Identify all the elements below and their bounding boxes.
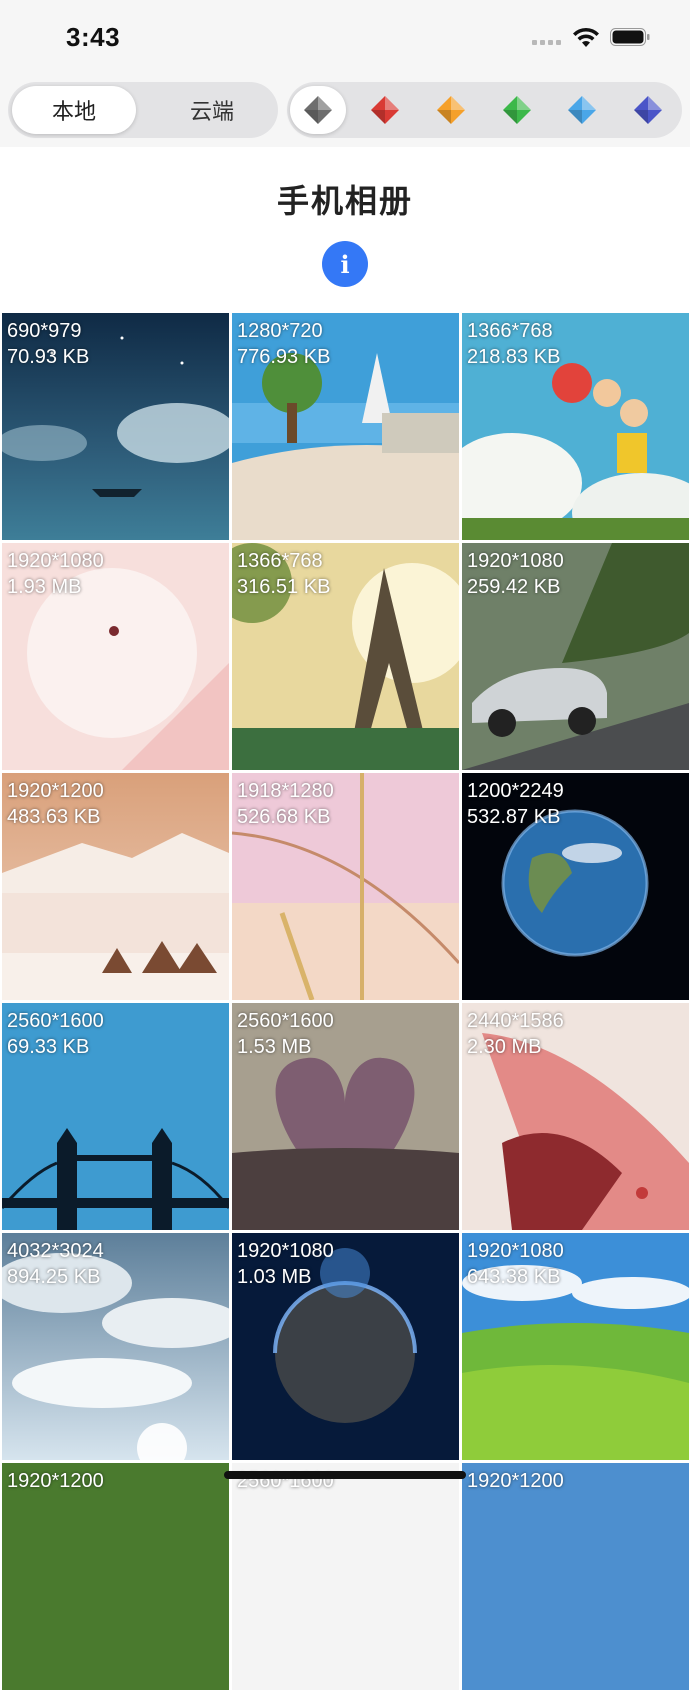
- cellular-signal-icon: [532, 40, 561, 45]
- photo-filesize: 316.51 KB: [237, 576, 331, 598]
- photo-dimensions: 1920*1080: [7, 550, 104, 572]
- photo-thumbnail: [232, 1463, 459, 1690]
- photo-filesize: 483.63 KB: [7, 806, 101, 828]
- photo-cell[interactable]: 1918*1280 526.68 KB: [232, 773, 459, 1000]
- photo-filesize: 70.93 KB: [7, 346, 90, 368]
- photo-cell[interactable]: 1920*1080 643.38 KB: [462, 1233, 689, 1460]
- photo-thumbnail: [2, 1463, 229, 1690]
- gem-indigo-icon: [634, 96, 662, 124]
- gem-gray-button[interactable]: [290, 86, 346, 134]
- photo-dimensions: 1920*1080: [237, 1240, 334, 1262]
- photo-meta: 1920*1080 1.03 MB: [237, 1238, 334, 1290]
- gem-gray-icon: [304, 96, 332, 124]
- photo-dimensions: 2560*1600: [7, 1010, 104, 1032]
- photo-dimensions: 1920*1080: [467, 550, 564, 572]
- photo-filesize: 1.93 MB: [7, 576, 82, 598]
- gem-blue-button[interactable]: [562, 90, 602, 130]
- color-filter-bar: [287, 82, 682, 138]
- photo-cell[interactable]: 1920*1200: [2, 1463, 229, 1690]
- photo-cell[interactable]: 690*979 70.93 KB: [2, 313, 229, 540]
- photo-cell[interactable]: 2560*1600 1.53 MB: [232, 1003, 459, 1230]
- photo-cell[interactable]: 1366*768 316.51 KB: [232, 543, 459, 770]
- page-title: 手机相册: [276, 183, 413, 219]
- photo-filesize: 259.42 KB: [467, 576, 561, 598]
- photo-cell[interactable]: 2560*1600: [232, 1463, 459, 1690]
- photo-meta: 1920*1080 259.42 KB: [467, 548, 564, 600]
- photo-filesize: 776.93 KB: [237, 346, 331, 368]
- photo-cell[interactable]: 2440*1586 2.30 MB: [462, 1003, 689, 1230]
- source-segmented-control: 本地 云端: [8, 82, 278, 138]
- photo-cell[interactable]: 1200*2249 532.87 KB: [462, 773, 689, 1000]
- photo-cell[interactable]: 4032*3024 894.25 KB: [2, 1233, 229, 1460]
- photo-dimensions: 2440*1586: [467, 1010, 564, 1032]
- wifi-icon: [573, 27, 599, 47]
- photo-meta: 4032*3024 894.25 KB: [7, 1238, 104, 1290]
- photo-meta: 1920*1080 1.93 MB: [7, 548, 104, 600]
- photo-cell[interactable]: 1920*1080 1.93 MB: [2, 543, 229, 770]
- photo-cell[interactable]: 2560*1600 69.33 KB: [2, 1003, 229, 1230]
- gem-green-icon: [503, 96, 531, 124]
- gem-orange-button[interactable]: [431, 90, 471, 130]
- photo-meta: 1200*2249 532.87 KB: [467, 778, 564, 830]
- status-bar: 3:43: [0, 0, 690, 74]
- photo-filesize: 1.53 MB: [237, 1036, 312, 1058]
- status-time: 3:43: [66, 22, 121, 52]
- photo-dimensions: 1366*768: [467, 320, 553, 342]
- photo-cell[interactable]: 1920*1200 483.63 KB: [2, 773, 229, 1000]
- gem-red-button[interactable]: [365, 90, 405, 130]
- photo-dimensions: 1366*768: [237, 550, 323, 572]
- photo-meta: 1920*1200 483.63 KB: [7, 778, 104, 830]
- gem-blue-icon: [568, 96, 596, 124]
- photo-dimensions: 690*979: [7, 320, 82, 342]
- photo-dimensions: 1200*2249: [467, 780, 564, 802]
- photo-filesize: 532.87 KB: [467, 806, 561, 828]
- tab-local[interactable]: 本地: [12, 86, 136, 134]
- photo-filesize: 218.83 KB: [467, 346, 561, 368]
- battery-icon: [610, 28, 650, 46]
- photo-meta: 1920*1080 643.38 KB: [467, 1238, 564, 1290]
- photo-cell[interactable]: 1280*720 776.93 KB: [232, 313, 459, 540]
- toolbar: 本地 云端: [0, 74, 690, 147]
- photo-dimensions: 4032*3024: [7, 1240, 104, 1262]
- photo-meta: 1920*1200: [467, 1468, 564, 1494]
- photo-dimensions: 1920*1200: [7, 780, 104, 802]
- photo-meta: 1918*1280 526.68 KB: [237, 778, 334, 830]
- photo-thumbnail: [462, 1463, 689, 1690]
- gem-indigo-button[interactable]: [628, 90, 668, 130]
- photo-dimensions: 1920*1200: [7, 1470, 104, 1492]
- photo-meta: 1366*768 218.83 KB: [467, 318, 560, 370]
- photo-filesize: 643.38 KB: [467, 1266, 561, 1288]
- photo-meta: 2560*1600 69.33 KB: [7, 1008, 104, 1060]
- photo-filesize: 1.03 MB: [237, 1266, 312, 1288]
- photo-dimensions: 1280*720: [237, 320, 323, 342]
- tab-cloud[interactable]: 云端: [150, 86, 274, 134]
- photo-dimensions: 2560*1600: [237, 1010, 334, 1032]
- photo-dimensions: 1920*1080: [467, 1240, 564, 1262]
- gem-red-icon: [371, 96, 399, 124]
- info-button[interactable]: i: [322, 241, 368, 287]
- photo-meta: 690*979 70.93 KB: [7, 318, 89, 370]
- gem-green-button[interactable]: [497, 90, 537, 130]
- photo-dimensions: 1920*1200: [467, 1470, 564, 1492]
- photo-cell[interactable]: 1366*768 218.83 KB: [462, 313, 689, 540]
- gem-orange-icon: [437, 96, 465, 124]
- photo-meta: 1920*1200: [7, 1468, 104, 1494]
- photo-dimensions: 1918*1280: [237, 780, 334, 802]
- photo-filesize: 69.33 KB: [7, 1036, 90, 1058]
- photo-cell[interactable]: 1920*1080 1.03 MB: [232, 1233, 459, 1460]
- photo-cell[interactable]: 1920*1200: [462, 1463, 689, 1690]
- photo-meta: 2560*1600 1.53 MB: [237, 1008, 334, 1060]
- photo-filesize: 526.68 KB: [237, 806, 331, 828]
- photo-meta: 2440*1586 2.30 MB: [467, 1008, 564, 1060]
- photo-meta: 1366*768 316.51 KB: [237, 548, 330, 600]
- photo-filesize: 894.25 KB: [7, 1266, 101, 1288]
- photo-meta: 1280*720 776.93 KB: [237, 318, 330, 370]
- home-indicator: [224, 1471, 466, 1479]
- photo-cell[interactable]: 1920*1080 259.42 KB: [462, 543, 689, 770]
- photo-filesize: 2.30 MB: [467, 1036, 542, 1058]
